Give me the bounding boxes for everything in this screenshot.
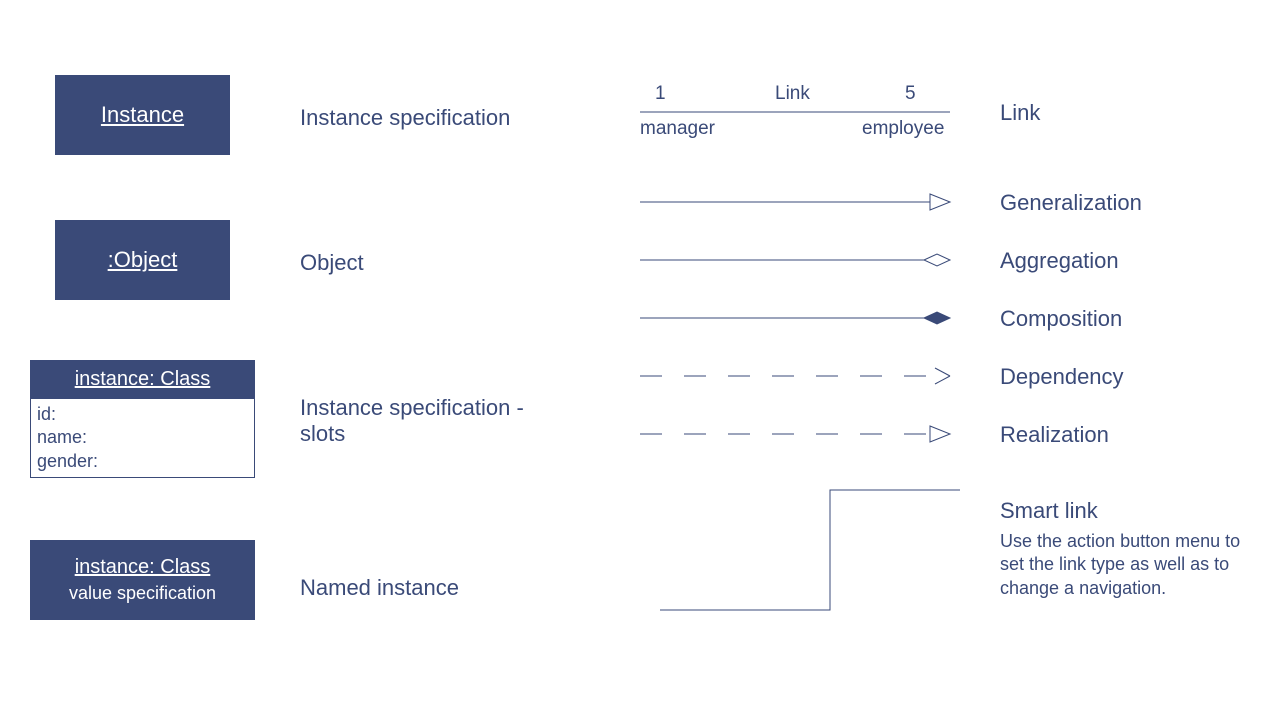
shape-instance-slots: instance: Class id: name: gender: [30,360,255,478]
slot-id: id: [37,403,248,426]
link-right-mult: 5 [905,83,916,105]
link-left-role: manager [640,118,715,140]
label-aggregation: Aggregation [1000,248,1119,274]
arrow-aggregation [640,250,960,270]
label-generalization: Generalization [1000,190,1142,216]
label-composition: Composition [1000,306,1122,332]
label-dependency: Dependency [1000,364,1124,390]
shape-named-instance: instance: Class value specification [30,540,255,620]
shape-instance-slots-body: id: name: gender: [30,398,255,478]
link-name: Link [775,83,810,105]
label-link: Link [1000,100,1040,126]
label-smart-link: Smart link [1000,498,1098,524]
slot-gender: gender: [37,450,248,473]
text-smart-link-desc: Use the action button menu to set the li… [1000,530,1260,600]
label-instance-slots: Instance specification - slots [300,395,550,447]
shape-instance-slots-title: instance: Class [75,368,211,391]
link-left-mult: 1 [655,83,666,105]
slot-name: name: [37,426,248,449]
arrow-generalization [640,192,960,212]
label-object: Object [300,250,364,276]
shape-instance-title: Instance [101,102,184,128]
shape-smart-link [660,490,960,620]
shape-instance: Instance [55,75,230,155]
shape-object-title: :Object [108,247,178,273]
label-named-instance: Named instance [300,575,459,601]
label-instance-specification: Instance specification [300,105,510,131]
arrow-dependency [640,366,960,386]
shape-object: :Object [55,220,230,300]
label-realization: Realization [1000,422,1109,448]
shape-named-instance-title: instance: Class [75,556,211,579]
link-line [640,108,950,118]
arrow-realization [640,424,960,444]
link-right-role: employee [862,118,944,140]
arrow-composition [640,308,960,328]
shape-named-instance-value: value specification [69,583,216,604]
